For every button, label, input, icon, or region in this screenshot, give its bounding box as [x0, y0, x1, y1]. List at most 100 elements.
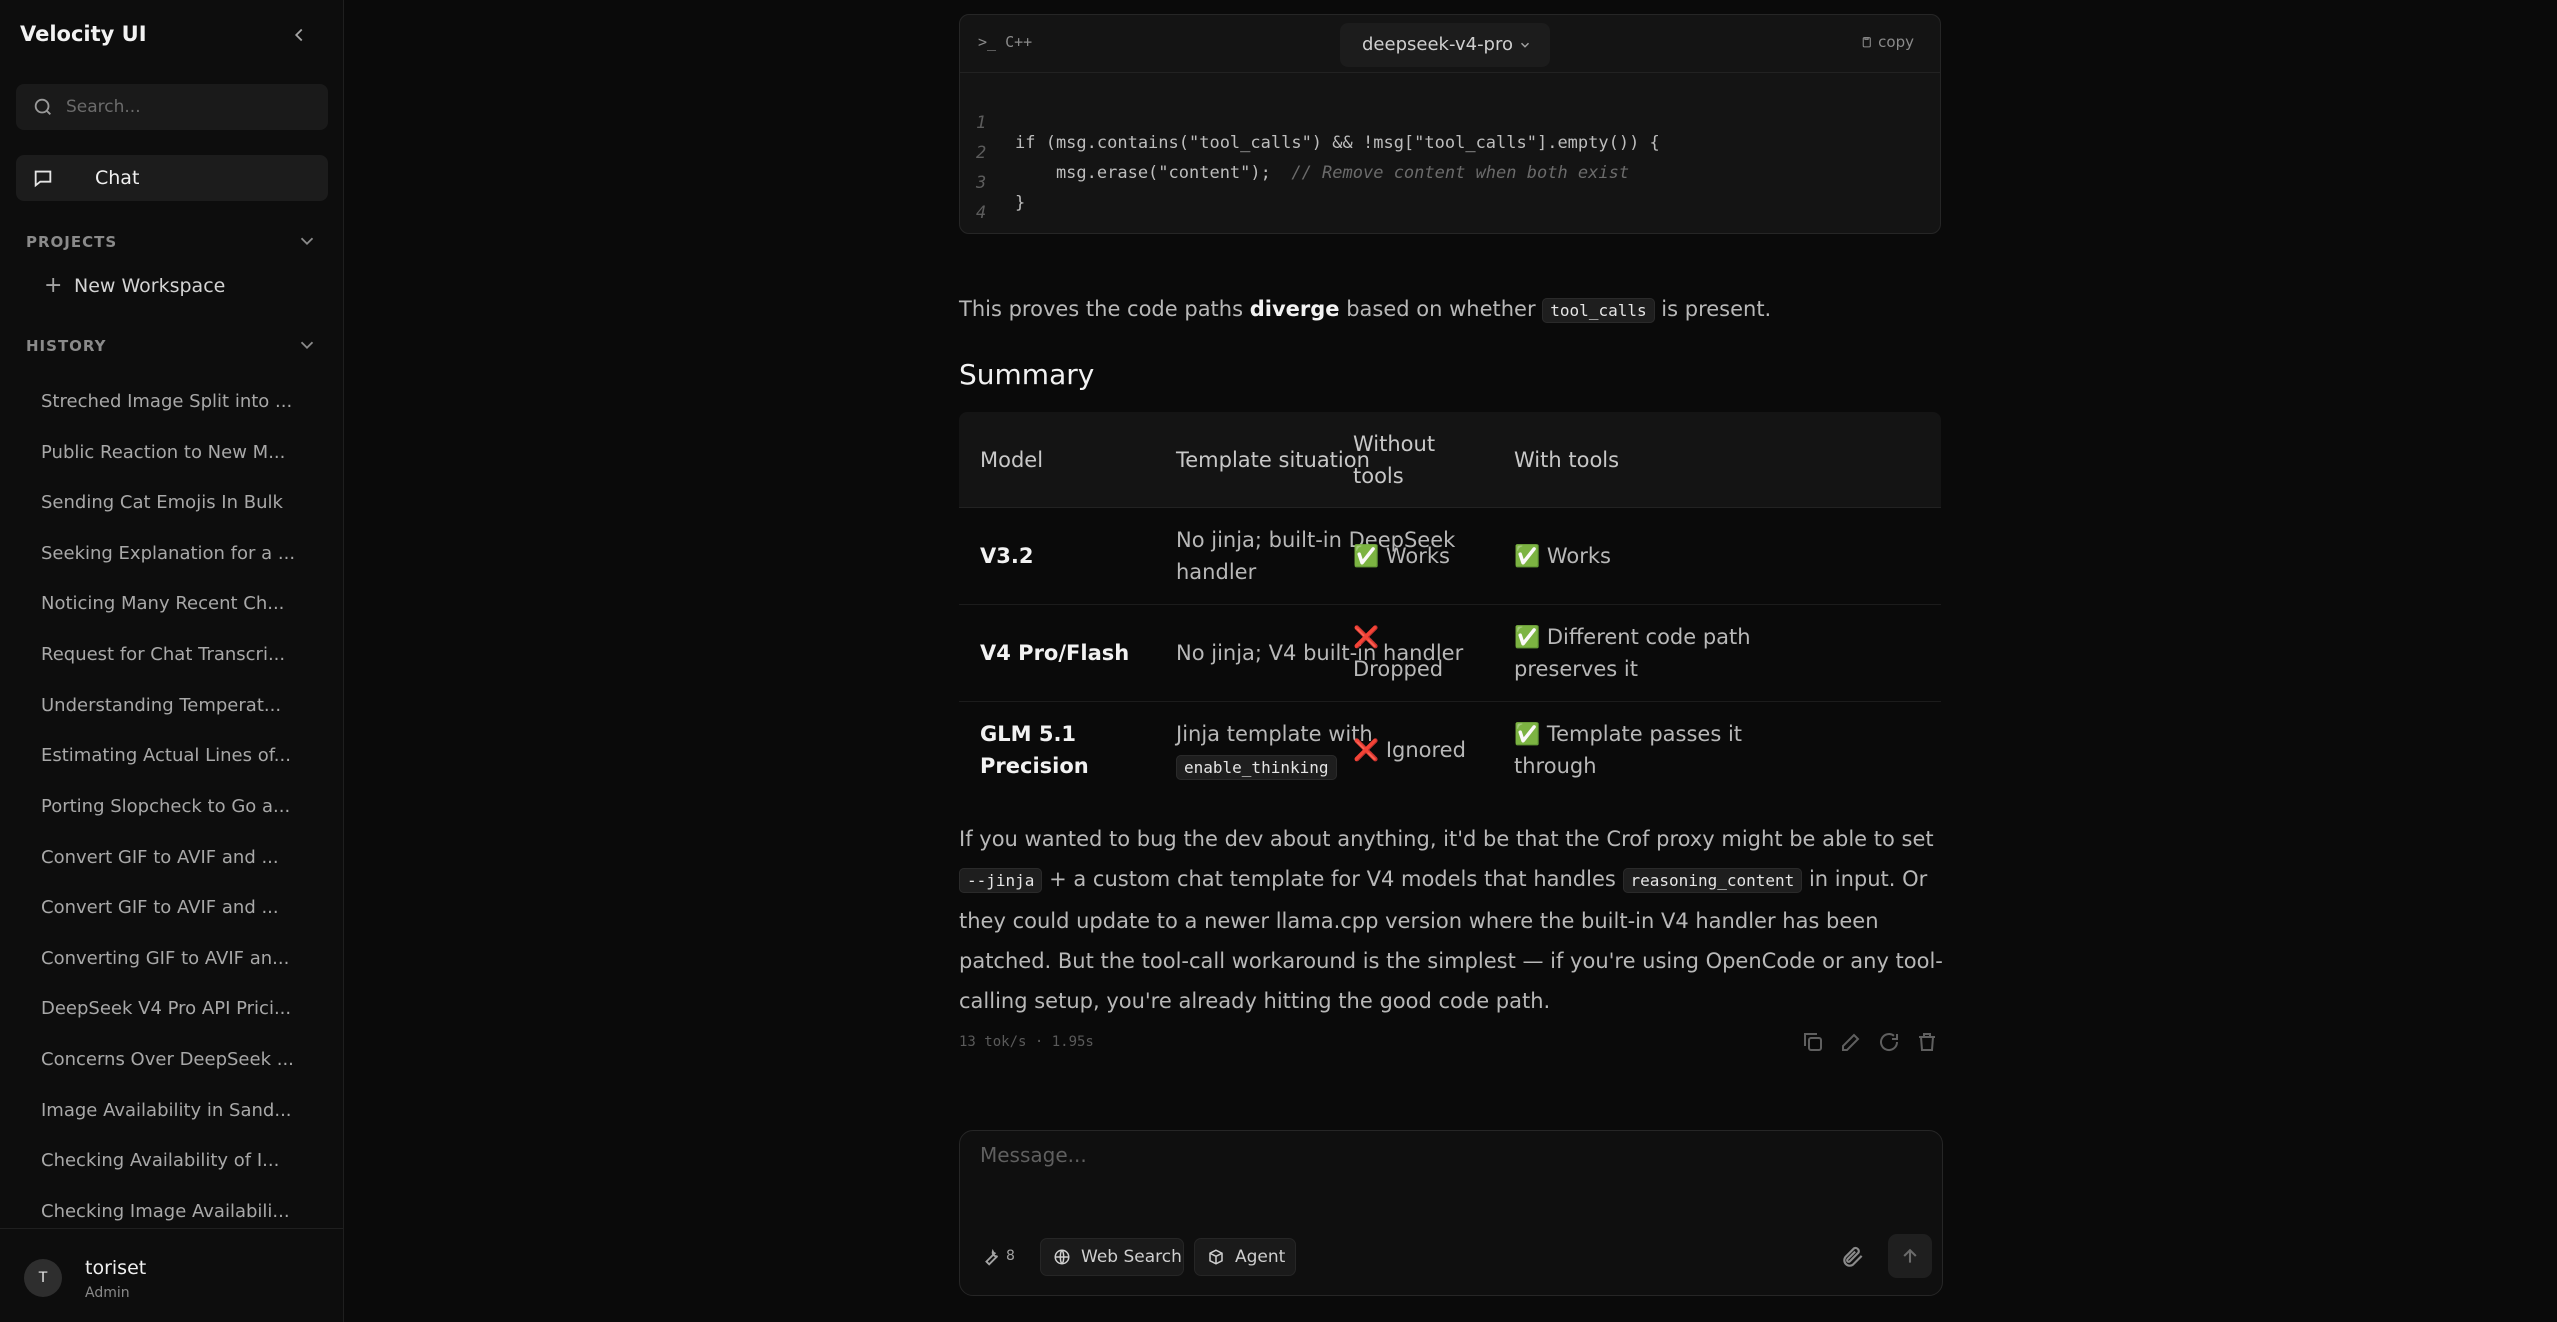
history-item[interactable]: Concerns Over DeepSeek ... — [41, 1049, 331, 1070]
bold-text: diverge — [1249, 297, 1340, 321]
history-item[interactable]: Estimating Actual Lines of... — [41, 745, 331, 766]
history-item[interactable]: Public Reaction to New M... — [41, 442, 331, 463]
user-profile[interactable]: T toriset Admin — [0, 1228, 344, 1322]
chat-bubble-icon — [34, 170, 52, 188]
history-item[interactable]: Seeking Explanation for a ... — [41, 543, 331, 564]
code-block-header: >_ C++ deepseek-v4-pro copy — [960, 15, 1940, 73]
code-line: 3 } — [960, 153, 1042, 213]
search-icon — [34, 98, 51, 115]
history-item[interactable]: Noticing Many Recent Ch... — [41, 593, 331, 614]
table-cell: ✅ Works — [1353, 544, 1450, 568]
chevron-down-icon[interactable] — [296, 230, 318, 252]
copy-icon[interactable] — [1801, 1030, 1825, 1054]
agent-button[interactable]: Agent — [1194, 1238, 1296, 1276]
line-number: 4 — [976, 203, 987, 223]
code-block: >_ C++ deepseek-v4-pro copy 1 if (msg.co… — [959, 14, 1941, 234]
column-header: Without tools — [1353, 432, 1436, 488]
history-item[interactable]: Image Availability in Sand... — [41, 1100, 331, 1121]
web-search-button[interactable]: Web Search — [1040, 1238, 1184, 1276]
message-paragraph: This proves the code paths diverge based… — [959, 289, 1949, 331]
search-input[interactable] — [66, 84, 316, 130]
table-row: V4 Pro/Flash No jinja; V4 built-in handl… — [959, 605, 1941, 702]
history-item[interactable]: Converting GIF to AVIF an... — [41, 948, 331, 969]
generation-stats: 13 tok/s · 1.95s — [959, 1034, 1094, 1050]
history-item[interactable]: Streched Image Split into ... — [41, 391, 331, 412]
history-item[interactable]: Checking Image Availabili... — [41, 1201, 331, 1222]
new-workspace-button[interactable]: + New Workspace — [44, 273, 225, 298]
search-box[interactable] — [16, 84, 328, 130]
paperclip-icon[interactable] — [1840, 1244, 1866, 1270]
agent-label: Agent — [1235, 1247, 1286, 1267]
text: This proves the code paths — [959, 297, 1250, 321]
sidebar-item-chat[interactable]: Chat — [16, 155, 328, 201]
collapse-sidebar-button[interactable] — [288, 24, 310, 46]
send-button[interactable] — [1888, 1234, 1932, 1278]
avatar: T — [24, 1259, 62, 1297]
history-item[interactable]: Convert GIF to AVIF and ... — [41, 897, 331, 918]
regenerate-icon[interactable] — [1877, 1030, 1901, 1054]
edit-icon[interactable] — [1839, 1030, 1863, 1054]
history-item[interactable]: Understanding Temperat... — [41, 695, 331, 716]
sidebar-item-label: Chat — [95, 167, 140, 189]
table-cell: ✅ Works — [1514, 544, 1611, 568]
inline-code: --jinja — [959, 868, 1043, 893]
code-text: if (msg.contains("tool_calls") && !msg["… — [1015, 133, 1660, 153]
table-cell: ❌ Dropped — [1353, 625, 1444, 681]
history-item[interactable]: Checking Availability of I... — [41, 1150, 331, 1171]
table-cell: ❌ Ignored — [1353, 738, 1466, 762]
message-paragraph: If you wanted to bug the dev about anyth… — [959, 819, 1944, 1021]
trash-icon[interactable] — [1915, 1030, 1939, 1054]
sidebar: Velocity UI Chat PROJECTS + New Workspace… — [0, 0, 344, 1322]
table-header: Model Template situation Without tools W… — [959, 412, 1941, 508]
text: based on whether — [1339, 297, 1543, 321]
wrench-icon — [985, 1248, 999, 1266]
table-cell: ✅ Template passes it through — [1514, 722, 1743, 778]
table-cell: V4 Pro/Flash — [980, 641, 1130, 665]
clipboard-icon — [1860, 33, 1878, 51]
model-selector[interactable]: deepseek-v4-pro — [1340, 23, 1550, 67]
table-row: GLM 5.1 Precision Jinja template with en… — [959, 702, 1941, 800]
plus-icon: + — [44, 273, 63, 298]
user-role: Admin — [85, 1285, 130, 1301]
code-text: msg.erase("content"); — [1015, 163, 1292, 183]
table-row: V3.2 No jinja; built-in DeepSeek handler… — [959, 508, 1941, 605]
code-text-group: msg.erase("content"); // Remove content … — [1015, 163, 1629, 183]
history-item[interactable]: Convert GIF to AVIF and ... — [41, 847, 331, 868]
text: + a custom chat template for V4 models t… — [1042, 867, 1623, 891]
text: is present. — [1654, 297, 1772, 321]
web-search-label: Web Search — [1081, 1247, 1182, 1267]
globe-icon — [1054, 1249, 1070, 1265]
new-workspace-label: New Workspace — [74, 275, 226, 297]
inline-code: reasoning_content — [1622, 868, 1803, 893]
table-cell: ✅ Different code path preserves it — [1514, 625, 1751, 681]
table-cell: GLM 5.1 Precision — [980, 722, 1089, 778]
column-header: With tools — [1514, 448, 1620, 472]
chevron-down-icon[interactable] — [296, 334, 318, 356]
code-language: >_ C++ — [978, 33, 1032, 51]
text: If you wanted to bug the dev about anyth… — [959, 827, 1934, 851]
code-line: 2 msg.erase("content"); // Remove conten… — [960, 123, 1629, 183]
tools-count: 8 — [1006, 1248, 1015, 1264]
chevron-left-icon — [294, 28, 303, 42]
message-actions — [1801, 1030, 1941, 1056]
cube-icon — [1209, 1249, 1223, 1265]
copy-button[interactable]: copy — [1860, 33, 1914, 51]
code-language-label: C++ — [1005, 33, 1033, 51]
projects-header: PROJECTS — [26, 233, 118, 251]
chat-main: >_ C++ deepseek-v4-pro copy 1 if (msg.co… — [345, 0, 2557, 1322]
summary-heading: Summary — [959, 358, 1095, 391]
copy-label: copy — [1878, 33, 1914, 51]
column-header: Model — [980, 448, 1044, 472]
code-line: 4 — [960, 183, 1042, 223]
terminal-icon: >_ — [978, 33, 1006, 51]
inline-code: enable_thinking — [1176, 755, 1337, 780]
message-composer: 8 Web Search Agent — [959, 1130, 1943, 1296]
message-input[interactable] — [980, 1143, 1920, 1203]
history-item[interactable]: Porting Slopcheck to Go a... — [41, 796, 331, 817]
tools-button[interactable]: 8 — [980, 1238, 1030, 1276]
history-item[interactable]: Sending Cat Emojis In Bulk — [41, 492, 331, 513]
history-item[interactable]: DeepSeek V4 Pro API Prici... — [41, 998, 331, 1019]
history-item[interactable]: Request for Chat Transcri... — [41, 644, 331, 665]
chevron-down-icon — [1518, 23, 1532, 85]
arrow-up-icon — [1903, 1248, 1917, 1263]
